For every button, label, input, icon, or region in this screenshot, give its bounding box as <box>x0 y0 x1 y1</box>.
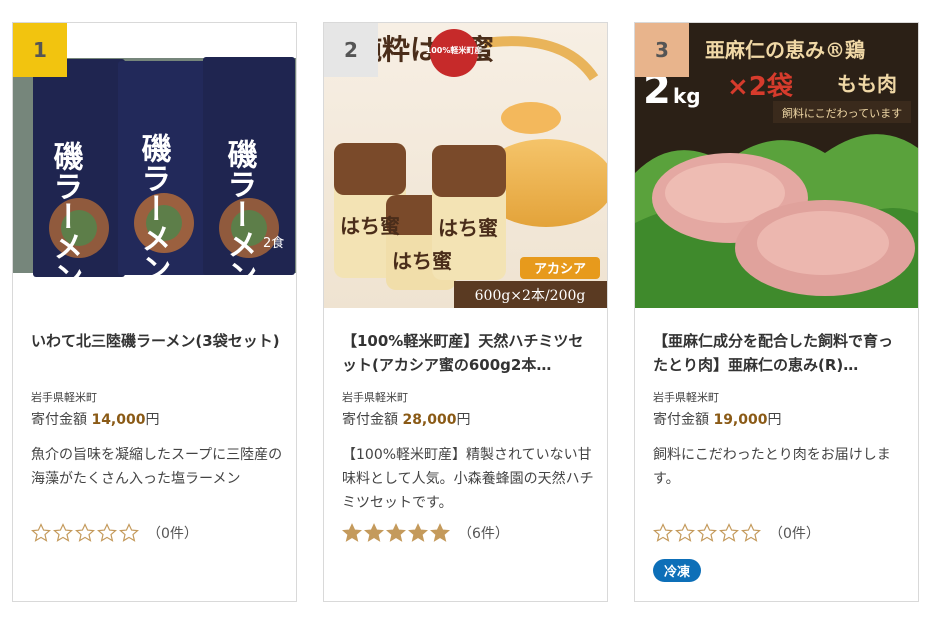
star-empty-icon <box>653 523 673 542</box>
star-empty-icon <box>31 523 51 542</box>
review-count: （0件） <box>769 526 820 542</box>
origin-badge: 100%軽米町産 <box>426 45 483 55</box>
rank-number: 1 <box>33 38 47 62</box>
product-card[interactable]: 磯ラーメン 磯ラーメン 磯ラーメン 2食 1 いわて北三陸磯ラーメン(3袋セット… <box>12 22 297 602</box>
star-empty-icon <box>741 523 761 542</box>
donation-amount: 寄付金額 14,000円 <box>31 409 159 429</box>
star-rating <box>653 523 761 543</box>
star-filled-icon <box>430 523 450 542</box>
quantity-text: ×2袋 <box>727 72 794 102</box>
rating: （0件） <box>31 523 198 543</box>
amount-label: 寄付金額 <box>342 412 398 428</box>
star-filled-icon <box>342 523 362 542</box>
pack-text-1: 磯ラーメン <box>48 140 84 291</box>
municipality: 岩手県軽米町 <box>653 391 719 404</box>
jar-label: はち蜜 <box>340 214 400 238</box>
star-filled-icon <box>408 523 428 542</box>
cut-text: もも肉 <box>837 72 897 96</box>
municipality: 岩手県軽米町 <box>342 391 408 404</box>
amount-value: 28,000 <box>402 412 457 428</box>
rank-badge: 1 <box>13 23 67 77</box>
municipality: 岩手県軽米町 <box>31 391 97 404</box>
amount-unit: 円 <box>456 412 471 428</box>
star-rating <box>342 523 450 543</box>
star-filled-icon <box>386 523 406 542</box>
star-rating <box>31 523 139 543</box>
pack-small-label: 2食 <box>263 235 284 251</box>
amount-unit: 円 <box>145 412 160 428</box>
product-title[interactable]: 【100%軽米町産】天然ハチミツセット(アカシア蜜の600g2本… <box>342 329 594 377</box>
pack-text-3: 磯ラーメン <box>222 138 258 289</box>
product-description: 【100%軽米町産】精製されていない甘味料として人気。小森養蜂園の天然ハチミツセ… <box>342 447 594 511</box>
amount-unit: 円 <box>767 412 782 428</box>
weight-unit: kg <box>673 84 701 108</box>
amount-value: 14,000 <box>91 412 146 428</box>
star-empty-icon <box>719 523 739 542</box>
frozen-tag: 冷凍 <box>653 559 702 582</box>
review-count: （0件） <box>147 526 198 542</box>
donation-amount: 寄付金額 28,000円 <box>342 409 470 429</box>
star-empty-icon <box>675 523 695 542</box>
rating: （6件） <box>342 523 509 543</box>
product-card[interactable]: 亜麻仁の恵み®鶏 2 kg ×2袋 もも肉 飼料にこだわっています 3 【亜麻仁… <box>634 22 919 602</box>
star-empty-icon <box>75 523 95 542</box>
image-headline: 亜麻仁の恵み®鶏 <box>705 38 865 62</box>
review-count: （6件） <box>458 526 509 542</box>
variety-tag: アカシア <box>534 262 586 277</box>
product-description: 魚介の旨味を凝縮したスープに三陸産の海藻がたくさん入った塩ラーメン <box>31 447 283 487</box>
rank-number: 3 <box>655 38 669 62</box>
rating: （0件） <box>653 523 820 543</box>
rank-number: 2 <box>344 38 358 62</box>
size-strip: 600g×2本/200g <box>475 288 586 304</box>
product-description: 飼料にこだわったとり肉をお届けします。 <box>653 447 891 487</box>
jar-label-3: はち蜜 <box>438 216 498 240</box>
tagline-text: 飼料にこだわっています <box>782 106 902 120</box>
star-empty-icon <box>97 523 117 542</box>
rank-badge: 2 <box>324 23 378 77</box>
amount-label: 寄付金額 <box>653 412 709 428</box>
ranking-grid: 磯ラーメン 磯ラーメン 磯ラーメン 2食 1 いわて北三陸磯ラーメン(3袋セット… <box>12 22 919 602</box>
star-empty-icon <box>119 523 139 542</box>
rank-badge: 3 <box>635 23 689 77</box>
donation-amount: 寄付金額 19,000円 <box>653 409 781 429</box>
product-title[interactable]: 【亜麻仁成分を配合した飼料で育ったとり肉】亜麻仁の恵み(R)… <box>653 329 905 377</box>
product-card[interactable]: 純粋はち蜜 100%軽米町産 はち蜜 はち蜜 はち蜜 アカシア 600g×2本/… <box>323 22 608 602</box>
jar-label-2: はち蜜 <box>392 249 452 273</box>
amount-label: 寄付金額 <box>31 412 87 428</box>
star-empty-icon <box>697 523 717 542</box>
star-filled-icon <box>364 523 384 542</box>
product-title[interactable]: いわて北三陸磯ラーメン(3袋セット) <box>31 329 283 353</box>
amount-value: 19,000 <box>713 412 768 428</box>
star-empty-icon <box>53 523 73 542</box>
pack-text-2: 磯ラーメン <box>136 132 172 283</box>
